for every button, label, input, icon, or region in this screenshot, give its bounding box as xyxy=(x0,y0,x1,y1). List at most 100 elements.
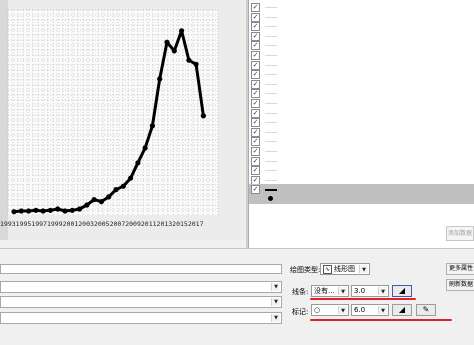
series-row[interactable]: ✓ xyxy=(249,165,474,176)
series-row[interactable]: ✓ xyxy=(249,60,474,70)
x-column-dropdown[interactable]: ▼ xyxy=(0,281,282,293)
series-row[interactable]: ✓ xyxy=(249,156,474,166)
data-point xyxy=(193,61,199,67)
properties-panel: ▼ ▼ ▼ 绘图类型: ∿ 线形图 ▼ 更多属性 刷新数据 线条: 没有... ▼… xyxy=(0,248,474,345)
series-line-swatch xyxy=(265,45,277,47)
marker-fill-button[interactable]: ◢ xyxy=(392,304,412,316)
series-line-swatch xyxy=(265,26,277,28)
data-point xyxy=(18,208,24,214)
series-line-swatch xyxy=(265,83,277,85)
line-color-button[interactable]: ◢ xyxy=(392,285,412,297)
line-width-dropdown[interactable]: 3.0 ▼ xyxy=(351,285,389,297)
line-chart: 1993199519971999200120032005200720092011… xyxy=(0,9,219,228)
add-data-button[interactable]: 添加数据 xyxy=(446,226,474,241)
marker-size-value: 6.0 xyxy=(354,306,366,314)
series-row[interactable]: ✓ xyxy=(249,108,474,118)
chevron-down-icon: ▼ xyxy=(378,287,387,295)
data-point xyxy=(33,207,39,213)
data-point xyxy=(91,197,97,203)
series-row[interactable]: ✓ xyxy=(249,21,474,32)
marker-shape-dropdown[interactable]: ○ ▼ xyxy=(311,304,349,316)
series-line-swatch xyxy=(265,122,277,124)
data-point xyxy=(69,207,75,213)
data-point xyxy=(113,187,119,193)
data-point xyxy=(186,57,192,63)
series-line-swatch xyxy=(265,64,277,66)
series-line-swatch xyxy=(265,103,277,104)
line-style-dropdown[interactable]: 没有... ▼ xyxy=(311,285,349,297)
chevron-down-icon: ▼ xyxy=(271,283,280,291)
series-row[interactable]: ✓ xyxy=(249,40,474,51)
series-line-swatch xyxy=(265,160,277,162)
data-point xyxy=(106,194,112,200)
refresh-data-button[interactable]: 刷新数据 xyxy=(446,279,474,291)
highlight-underline xyxy=(310,298,416,300)
extra-column-dropdown[interactable]: ▼ xyxy=(0,312,282,324)
line-style-value: 没有... xyxy=(314,287,335,295)
series-line-swatch xyxy=(265,16,277,18)
marker-shape-value: ○ xyxy=(314,306,321,314)
data-point xyxy=(47,207,54,213)
series-line-swatch xyxy=(265,7,277,8)
data-point xyxy=(77,206,83,212)
data-point xyxy=(200,113,206,119)
series-row[interactable]: ✓ xyxy=(249,88,474,99)
marker-size-dropdown[interactable]: 6.0 ▼ xyxy=(351,304,389,316)
series-marker-row[interactable] xyxy=(249,194,474,204)
data-point xyxy=(135,160,141,166)
series-line-swatch xyxy=(265,179,277,181)
data-point xyxy=(171,48,177,54)
paint-bucket-icon: ◢ xyxy=(398,286,406,295)
series-line-swatch xyxy=(265,35,277,37)
data-point xyxy=(179,28,185,34)
marker-label: 标记: xyxy=(292,308,309,316)
more-properties-button[interactable]: 更多属性 xyxy=(446,263,474,275)
data-point xyxy=(98,199,104,205)
data-point xyxy=(120,183,126,189)
line-chart-icon: ∿ xyxy=(323,265,333,274)
data-point xyxy=(157,76,163,82)
series-line-swatch xyxy=(265,74,277,76)
plot-type-dropdown[interactable]: ∿ 线形图 ▼ xyxy=(320,263,370,275)
series-line-swatch xyxy=(265,55,277,56)
data-point xyxy=(164,39,170,45)
chevron-down-icon: ▼ xyxy=(271,298,280,306)
series-line-swatch xyxy=(265,170,277,172)
chevron-down-icon: ▼ xyxy=(338,306,347,314)
data-point xyxy=(84,202,90,208)
series-row[interactable]: ✓ xyxy=(249,50,474,60)
series-row[interactable]: ✓ xyxy=(249,2,474,12)
series-row[interactable]: ✓ xyxy=(249,69,474,80)
series-line-swatch xyxy=(265,93,277,95)
series-row[interactable]: ✓ xyxy=(249,136,474,147)
pen-icon: ✎ xyxy=(422,305,430,314)
data-point xyxy=(142,145,148,151)
chevron-down-icon: ▼ xyxy=(338,287,347,295)
series-row[interactable]: ✓ xyxy=(249,146,474,156)
plot-type-value: 线形图 xyxy=(334,265,356,273)
series-name-field[interactable] xyxy=(0,264,282,274)
y-column-dropdown[interactable]: ▼ xyxy=(0,296,282,308)
line-label: 线条: xyxy=(292,288,309,296)
series-line-swatch xyxy=(265,189,277,192)
series-row[interactable]: ✓ xyxy=(249,79,474,89)
series-line-swatch xyxy=(265,131,277,133)
series-row[interactable]: ✓ xyxy=(249,98,474,108)
data-point xyxy=(62,208,68,214)
series-row[interactable]: ✓ xyxy=(249,127,474,137)
paint-bucket-icon: ◢ xyxy=(398,305,406,314)
series-row[interactable]: ✓ xyxy=(249,12,474,22)
x-tick-labels: 1993199519971999200120032005200720092011… xyxy=(0,220,204,228)
chevron-down-icon: ▼ xyxy=(359,265,368,273)
marker-edge-button[interactable]: ✎ xyxy=(416,304,436,316)
marker-dot-swatch xyxy=(268,196,273,201)
series-row[interactable]: ✓ xyxy=(249,184,474,195)
series-line-swatch xyxy=(265,141,277,143)
series-row[interactable]: ✓ xyxy=(249,175,474,185)
series-row[interactable]: ✓ xyxy=(249,117,474,128)
data-point xyxy=(55,206,61,212)
data-point xyxy=(149,123,155,129)
data-point xyxy=(40,208,46,214)
series-list-pane: ✓ ✓ ✓ ✓ ✓ ✓ ✓ ✓ ✓ ✓ ✓ ✓ ✓ ✓ ✓ ✓ ✓ ✓ ✓ ✓ xyxy=(248,0,474,248)
series-row[interactable]: ✓ xyxy=(249,31,474,41)
